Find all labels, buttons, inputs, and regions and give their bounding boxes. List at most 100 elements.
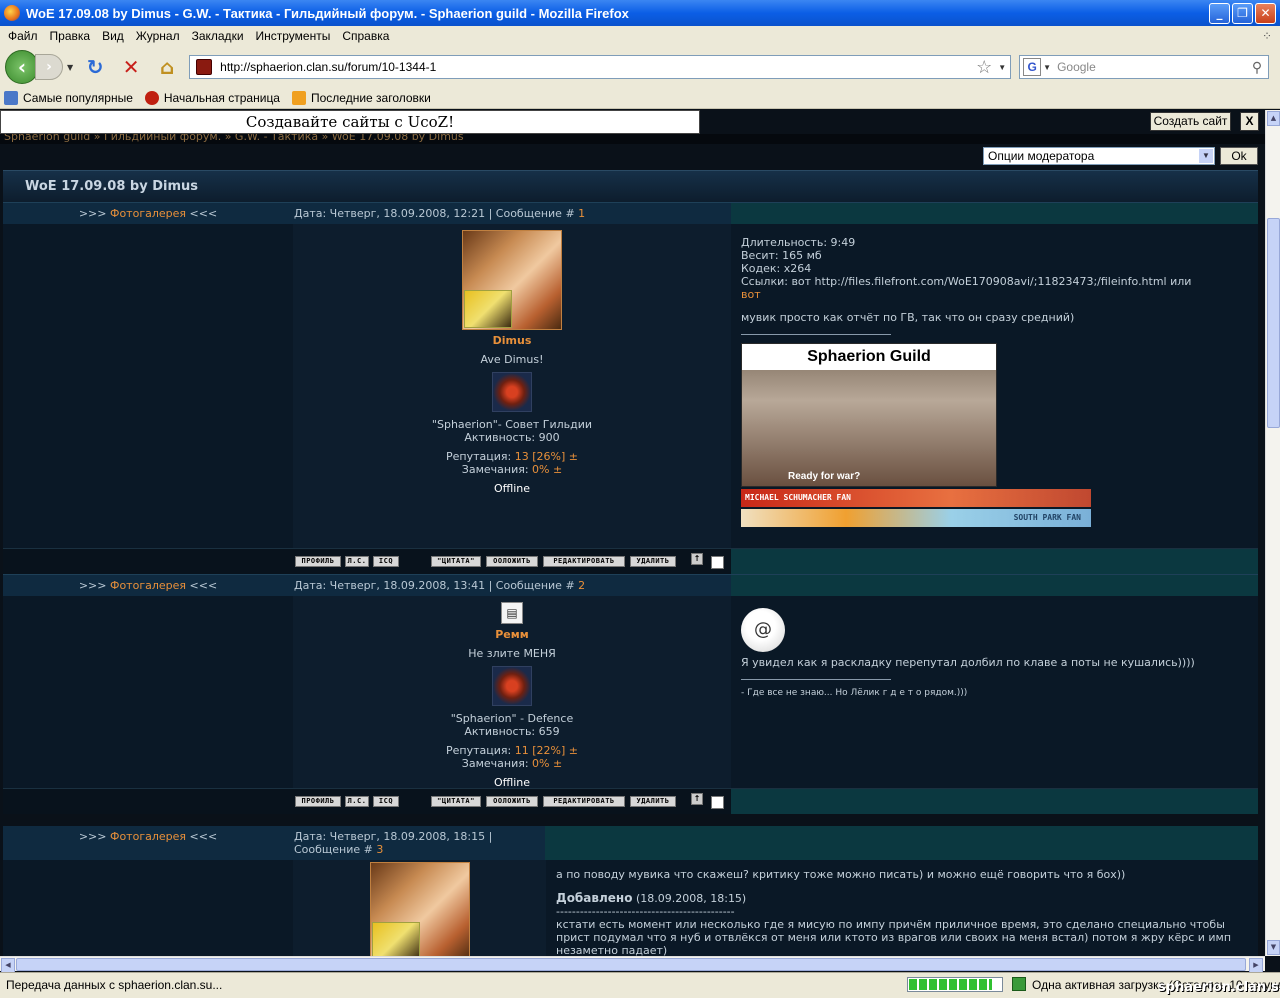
reload-icon[interactable]: ↻: [81, 53, 109, 81]
bookmark-item[interactable]: Начальная страница: [144, 91, 280, 105]
scrollbar-thumb[interactable]: [1267, 218, 1280, 428]
quote-button[interactable]: "ЦИТАТА": [431, 556, 481, 567]
history-dropdown-icon[interactable]: ▼: [67, 63, 73, 72]
warnings-value[interactable]: 0% ±: [532, 757, 562, 770]
icq-button[interactable]: ICQ: [373, 556, 399, 567]
bookmark-item[interactable]: Самые популярные: [4, 91, 133, 105]
gallery-prefix: >>>: [78, 830, 110, 843]
user-rank: "Sphaerion"- Совет Гильдии: [431, 418, 593, 431]
menu-bookmarks[interactable]: Закладки: [186, 29, 250, 43]
profile-button[interactable]: ПРОФИЛЬ: [295, 556, 341, 567]
scrollbar-thumb[interactable]: [16, 958, 1246, 971]
moderator-select[interactable]: Опции модератора ▼: [983, 147, 1215, 165]
reply-button[interactable]: ООЛОЖИТЬ: [486, 556, 538, 567]
header-spacer: [731, 575, 1258, 597]
fan-banner: MICHAEL SCHUMACHER FAN: [741, 489, 1091, 507]
gallery-link[interactable]: Фотогалерея: [110, 579, 186, 592]
ucoz-banner[interactable]: Создавайте сайты с UcoZ!: [0, 110, 700, 134]
back-button[interactable]: ‹: [5, 50, 39, 84]
user-status: Ave Dimus!: [480, 353, 544, 366]
post-text: Я увидел как я раскладку перепутал долби…: [741, 656, 1195, 669]
scroll-left-arrow-icon[interactable]: ◀: [1, 958, 15, 973]
google-engine-icon[interactable]: G: [1023, 58, 1042, 76]
select-post-checkbox[interactable]: [711, 556, 724, 569]
post-header: >>> Фотогалерея <<< Дата: Четверг, 18.09…: [3, 202, 1258, 225]
home-icon[interactable]: ⌂: [153, 53, 181, 81]
menu-edit[interactable]: Правка: [44, 29, 97, 43]
post-line: Ссылки: вот http://files.filefront.com/W…: [741, 275, 1192, 288]
vertical-scrollbar[interactable]: ▲ ▼: [1265, 110, 1280, 956]
delete-button[interactable]: УДАЛИТЬ: [630, 556, 676, 567]
delete-button[interactable]: УДАЛИТЬ: [630, 796, 676, 807]
reputation-value[interactable]: 11 [22%] ±: [515, 744, 578, 757]
chevron-down-icon[interactable]: ▼: [1199, 149, 1213, 163]
bookmark-item[interactable]: Последние заголовки: [291, 91, 431, 105]
site-favicon-icon: [196, 59, 213, 75]
edit-button[interactable]: РЕДАКТИРОВАТЬ: [543, 796, 625, 807]
post-number-label: Сообщение #: [294, 843, 377, 856]
download-link[interactable]: вот: [741, 288, 1248, 301]
minimize-button[interactable]: _: [1209, 2, 1230, 24]
username[interactable]: Dimus: [294, 334, 730, 347]
menu-tools[interactable]: Инструменты: [250, 29, 337, 43]
reputation-value[interactable]: 13 [26%] ±: [515, 450, 578, 463]
maximize-button[interactable]: ❐: [1232, 2, 1253, 24]
close-window-button[interactable]: ✕: [1255, 2, 1276, 24]
menu-help[interactable]: Справка: [336, 29, 395, 43]
post-number-link[interactable]: 3: [376, 843, 383, 856]
bookmark-label: Начальная страница: [163, 91, 280, 105]
scroll-up-arrow-icon[interactable]: ▲: [1267, 111, 1280, 126]
ok-button[interactable]: Ok: [1220, 147, 1258, 165]
progress-bar: [907, 977, 1003, 992]
reply-button[interactable]: ООЛОЖИТЬ: [486, 796, 538, 807]
post-number-link[interactable]: 2: [578, 579, 585, 592]
signature-divider: [741, 679, 891, 680]
status-bar: Передача данных с sphaerion.clan.su... О…: [0, 972, 1280, 998]
search-bar[interactable]: G ▼ Google ⚲: [1019, 55, 1270, 79]
avatar: [462, 230, 562, 330]
stop-icon[interactable]: ✕: [117, 53, 145, 81]
post-body: @ Я увидел как я раскладку перепутал дол…: [731, 596, 1258, 788]
moderator-select-value: Опции модератора: [988, 149, 1095, 163]
quote-button[interactable]: "ЦИТАТА": [431, 796, 481, 807]
url-bar[interactable]: http://sphaerion.clan.su/forum/10-1344-1…: [189, 55, 1012, 79]
forward-button[interactable]: ›: [35, 54, 63, 80]
post-number-link[interactable]: 1: [578, 207, 585, 220]
warnings-value[interactable]: 0% ±: [532, 463, 562, 476]
post: ▤ Ремм Не злите МЕНЯ "Sphaerion" - Defen…: [3, 596, 1258, 789]
gallery-link[interactable]: Фотогалерея: [110, 207, 186, 220]
gallery-link-row: >>> Фотогалерея <<<: [3, 579, 293, 592]
bookmark-icon: [4, 91, 18, 105]
url-text[interactable]: http://sphaerion.clan.su/forum/10-1344-1: [220, 60, 976, 74]
no-avatar-icon: ▤: [501, 602, 523, 624]
scroll-up-icon[interactable]: ↑: [691, 793, 703, 805]
guild-emblem-icon: [492, 666, 532, 706]
engine-dropdown-icon[interactable]: ▼: [1043, 63, 1051, 72]
search-icon[interactable]: ⚲: [1252, 59, 1262, 76]
close-banner-button[interactable]: X: [1240, 112, 1259, 131]
firefox-icon: [4, 5, 20, 21]
pm-button[interactable]: Л.С.: [345, 796, 369, 807]
horizontal-scrollbar[interactable]: ◀ ▶: [0, 956, 1265, 973]
menu-file[interactable]: Файл: [2, 29, 44, 43]
icq-button[interactable]: ICQ: [373, 796, 399, 807]
edit-button[interactable]: РЕДАКТИРОВАТЬ: [543, 556, 625, 567]
download-icon[interactable]: [1012, 977, 1026, 991]
scroll-right-arrow-icon[interactable]: ▶: [1249, 958, 1263, 973]
menu-history[interactable]: Журнал: [130, 29, 186, 43]
user-rank: "Sphaerion" - Defence: [450, 712, 574, 725]
scroll-down-arrow-icon[interactable]: ▼: [1267, 940, 1280, 955]
username[interactable]: Ремм: [294, 628, 730, 641]
search-input[interactable]: Google: [1057, 60, 1252, 74]
create-site-button[interactable]: Создать сайт: [1150, 112, 1231, 131]
rss-icon: [291, 91, 306, 105]
post-date: Дата: Четверг, 18.09.2008, 12:21 | Сообщ…: [294, 207, 730, 220]
profile-button[interactable]: ПРОФИЛЬ: [295, 796, 341, 807]
pm-button[interactable]: Л.С.: [345, 556, 369, 567]
gallery-link[interactable]: Фотогалерея: [110, 830, 186, 843]
select-post-checkbox[interactable]: [711, 796, 724, 809]
scroll-up-icon[interactable]: ↑: [691, 553, 703, 565]
url-dropdown-icon[interactable]: ▼: [998, 63, 1006, 72]
menu-view[interactable]: Вид: [96, 29, 130, 43]
bookmark-star-icon[interactable]: ☆: [976, 57, 992, 78]
